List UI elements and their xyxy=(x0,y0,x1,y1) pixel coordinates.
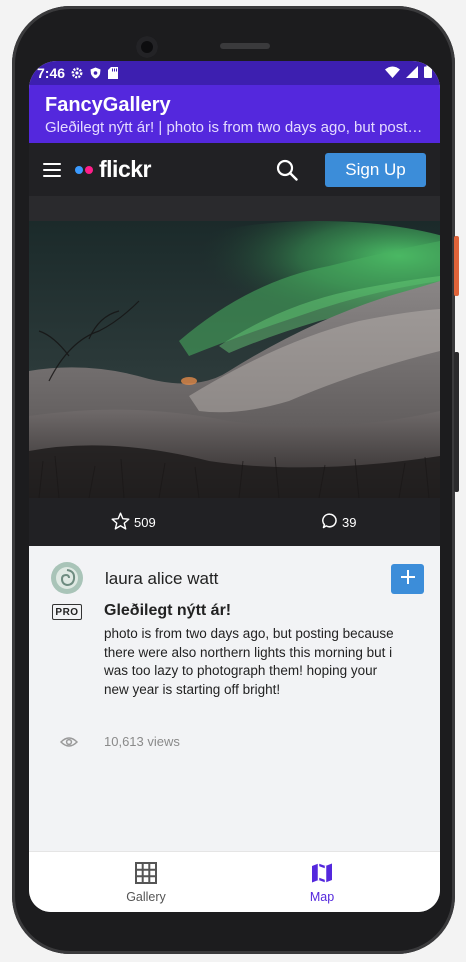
app-subtitle: Gleðilegt nýtt ár! | photo is from two d… xyxy=(45,119,424,136)
signal-icon xyxy=(406,65,418,81)
views-count: 10,613 views xyxy=(104,734,180,749)
settings-icon xyxy=(71,67,83,79)
logo-pink-dot xyxy=(85,165,93,174)
menu-icon[interactable] xyxy=(43,162,61,177)
map-icon xyxy=(311,862,333,887)
plus-icon xyxy=(400,569,416,590)
app-bar: FancyGallery Gleðilegt nýtt ár! | photo … xyxy=(29,85,440,143)
faves-button[interactable]: 509 xyxy=(111,511,156,533)
wifi-icon xyxy=(385,65,400,81)
photo-description: photo is from two days ago, but posting … xyxy=(104,626,394,697)
author-name[interactable]: laura alice watt xyxy=(105,569,218,589)
photo-stats-bar: 509 39 xyxy=(29,498,440,546)
flickr-logo[interactable]: flickr xyxy=(75,156,151,183)
status-time: 7:46 xyxy=(37,65,66,81)
nav-map-label: Map xyxy=(309,890,335,904)
nav-map[interactable]: Map xyxy=(267,862,377,904)
logo-blue-dot xyxy=(75,165,83,174)
shield-icon xyxy=(89,67,101,79)
sd-card-icon xyxy=(107,67,119,79)
nav-gallery[interactable]: Gallery xyxy=(91,862,201,904)
search-icon[interactable] xyxy=(275,158,299,182)
volume-button xyxy=(454,352,459,492)
faves-count: 509 xyxy=(134,514,156,530)
flickr-logo-text: flickr xyxy=(99,156,151,182)
app-title: FancyGallery xyxy=(45,94,171,116)
comments-count: 39 xyxy=(342,514,357,530)
photo-top-bar xyxy=(29,196,440,221)
avatar[interactable] xyxy=(51,562,83,594)
bottom-navigation: Gallery Map xyxy=(29,851,440,912)
battery-icon xyxy=(424,65,432,81)
earpiece-speaker xyxy=(220,43,270,49)
flickr-header: flickr Sign Up xyxy=(29,143,440,196)
comments-button[interactable]: 39 xyxy=(322,512,357,532)
front-camera xyxy=(136,36,158,58)
follow-button[interactable] xyxy=(391,564,424,594)
photo-image[interactable] xyxy=(29,221,440,498)
pro-badge: PRO xyxy=(52,604,82,620)
grid-icon xyxy=(135,862,157,887)
status-bar: 7:46 xyxy=(29,61,440,85)
photo-details: PRO laura alice watt Gleðilegt nýtt ár! … xyxy=(29,546,440,851)
nav-gallery-label: Gallery xyxy=(126,890,166,904)
power-button xyxy=(454,236,459,296)
comment-icon xyxy=(322,512,338,532)
screen: 7:46 FancyGallery Gleðilegt nýtt ár! | p… xyxy=(29,61,440,912)
star-icon xyxy=(111,511,130,533)
sign-up-button[interactable]: Sign Up xyxy=(325,152,426,187)
photo-title: Gleðilegt nýtt ár! xyxy=(104,602,232,619)
eye-icon xyxy=(59,735,79,753)
